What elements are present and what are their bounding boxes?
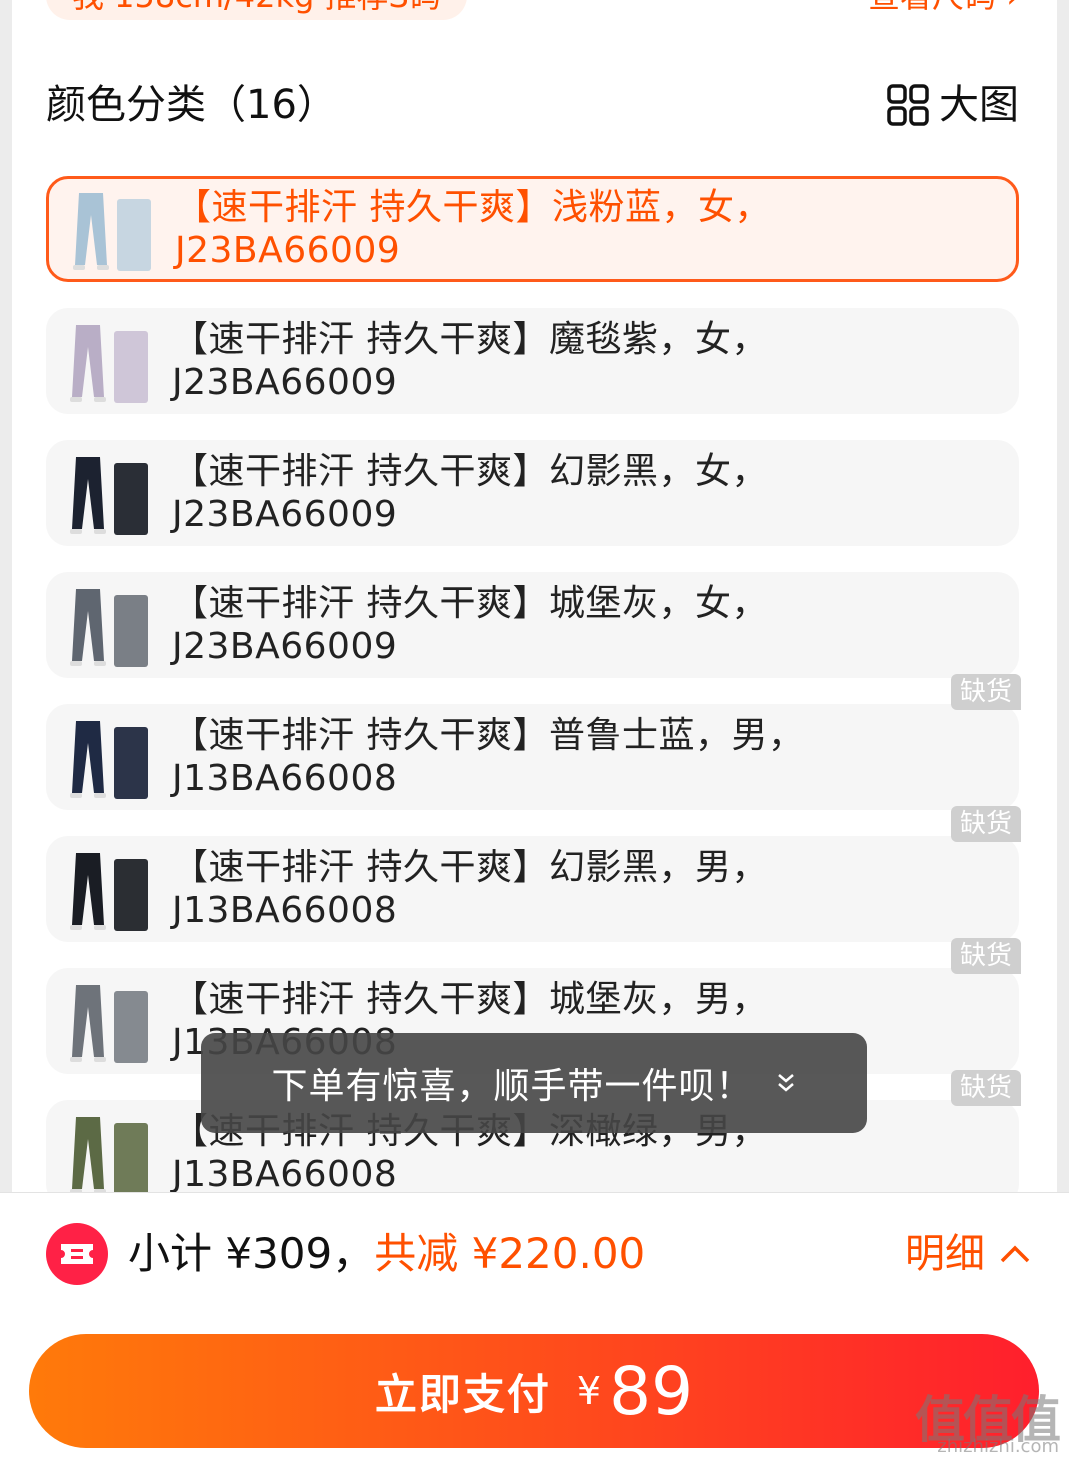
variant-code: J23BA66009: [175, 230, 401, 271]
watermark-url: zhizhizhi.com: [937, 1436, 1059, 1457]
variant-thumbnail: [68, 979, 148, 1063]
variant-label: 【速干排汗 持久干爽】幻影黑，女， J23BA66009: [172, 450, 768, 536]
coupon-icon: [46, 1223, 108, 1285]
variant-option[interactable]: 【速干排汗 持久干爽】普鲁士蓝，男， J13BA66008 缺货: [46, 674, 1021, 810]
checkout-footer: 小计 ¥309，共减 ¥220.00 明细 立即支付 ¥ 89: [0, 1192, 1069, 1468]
size-chart-link[interactable]: 查看尺码 ›: [868, 0, 1019, 20]
out-of-stock-badge: 缺货: [951, 806, 1021, 842]
variant-label: 【速干排汗 持久干爽】浅粉蓝，女， J23BA66009: [175, 186, 771, 272]
variant-code: J23BA66009: [172, 626, 398, 667]
grid-view-icon: [887, 84, 929, 126]
variant-option[interactable]: 【速干排汗 持久干爽】浅粉蓝，女， J23BA66009: [46, 176, 1019, 282]
variant-name: 【速干排汗 持久干爽】普鲁士蓝，男，: [172, 715, 805, 756]
variant-name: 【速干排汗 持久干爽】城堡灰，男，: [172, 979, 768, 1020]
variant-option[interactable]: 【速干排汗 持久干爽】幻影黑，男， J13BA66008 缺货: [46, 806, 1021, 942]
color-section-title: 颜色分类（16）: [46, 82, 337, 128]
variant-label: 【速干排汗 持久干爽】普鲁士蓝，男， J13BA66008: [172, 714, 804, 800]
variant-option[interactable]: 【速干排汗 持久干爽】城堡灰，女， J23BA66009: [46, 572, 1019, 678]
toast-text: 下单有惊喜，顺手带一件呗！: [271, 1066, 753, 1107]
variant-name: 【速干排汗 持久干爽】幻影黑，男，: [172, 847, 768, 888]
variant-thumbnail: [68, 583, 148, 667]
variant-name: 【速干排汗 持久干爽】城堡灰，女，: [172, 583, 768, 624]
variant-code: J13BA66008: [172, 1154, 398, 1192]
variant-code: J23BA66009: [172, 494, 398, 535]
variant-name: 【速干排汗 持久干爽】浅粉蓝，女，: [175, 187, 771, 228]
variant-name: 【速干排汗 持久干爽】幻影黑，女，: [172, 451, 768, 492]
variant-code: J13BA66008: [172, 758, 398, 799]
big-view-label: 大图: [939, 82, 1019, 128]
variant-thumbnail: [68, 847, 148, 931]
variant-thumbnail: [68, 319, 148, 403]
variant-option[interactable]: 【速干排汗 持久干爽】幻影黑，女， J23BA66009: [46, 440, 1019, 546]
variant-thumbnail: [68, 1111, 148, 1192]
variant-option[interactable]: 【速干排汗 持久干爽】魔毯紫，女， J23BA66009: [46, 308, 1019, 414]
subtotal-text: 小计 ¥309，共减 ¥220.00: [128, 1223, 645, 1285]
size-recommendation[interactable]: 我 158cm/42kg 推荐S码: [46, 0, 467, 20]
discount-amount: 共减 ¥220.00: [374, 1229, 646, 1278]
variant-thumbnail: [71, 187, 151, 271]
pay-label: 立即支付: [374, 1369, 551, 1419]
pay-currency: ¥: [576, 1369, 602, 1413]
variant-code: J23BA66009: [172, 362, 398, 403]
out-of-stock-badge: 缺货: [951, 674, 1021, 710]
variant-thumbnail: [68, 715, 148, 799]
big-view-button[interactable]: 大图: [887, 80, 1019, 130]
variant-code: J13BA66008: [172, 890, 398, 931]
variant-name: 【速干排汗 持久干爽】魔毯紫，女，: [172, 319, 768, 360]
promo-toast[interactable]: 下单有惊喜，顺手带一件呗！: [201, 1033, 867, 1133]
variant-label: 【速干排汗 持久干爽】魔毯紫，女， J23BA66009: [172, 318, 768, 404]
out-of-stock-badge: 缺货: [951, 1070, 1021, 1106]
variant-label: 【速干排汗 持久干爽】城堡灰，女， J23BA66009: [172, 582, 768, 668]
double-chevron-down-icon: [777, 1074, 794, 1092]
pay-amount: 89: [609, 1352, 694, 1430]
detail-label: 明细: [905, 1231, 985, 1277]
chevron-up-icon: [1000, 1245, 1030, 1263]
out-of-stock-badge: 缺货: [951, 938, 1021, 974]
variant-label: 【速干排汗 持久干爽】幻影黑，男， J13BA66008: [172, 846, 768, 932]
sku-sheet: 我 158cm/42kg 推荐S码 查看尺码 › 颜色分类（16） 大图 【速干…: [12, 0, 1057, 1192]
subtotal-amount: 小计 ¥309，: [128, 1229, 375, 1278]
detail-button[interactable]: 明细: [905, 1223, 1031, 1285]
variant-thumbnail: [68, 451, 148, 535]
pay-now-button[interactable]: 立即支付 ¥ 89: [29, 1334, 1039, 1448]
